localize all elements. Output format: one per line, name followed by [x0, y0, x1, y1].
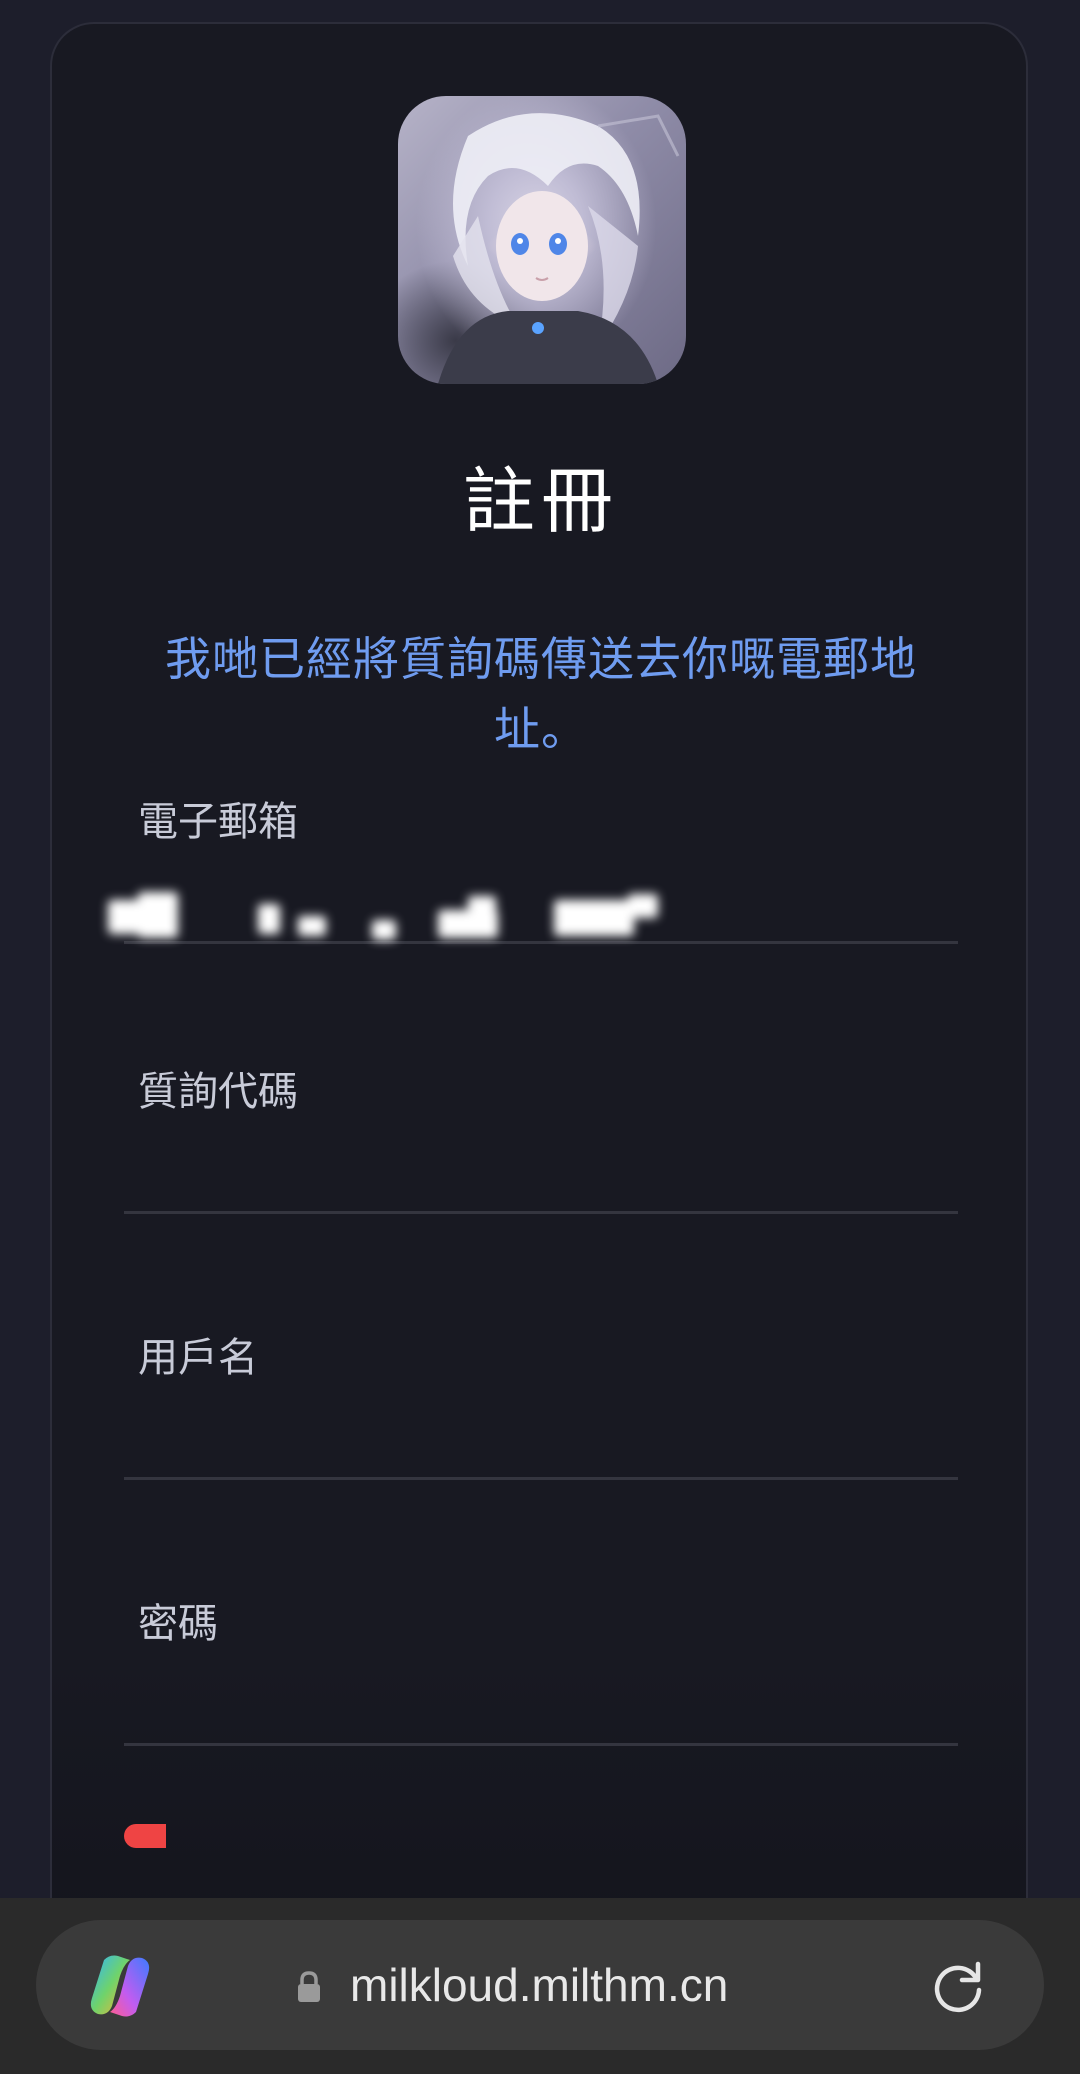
verification-code-label: 質詢代碼 — [138, 1069, 298, 1115]
password-label: 密碼 — [138, 1601, 218, 1647]
verification-code-field: 質詢代碼 — [124, 1064, 958, 1264]
url-text[interactable]: milkloud.milthm.cn — [350, 1948, 728, 2022]
password-field: 密碼 — [124, 1596, 958, 1796]
reload-icon[interactable] — [928, 1956, 988, 2016]
lock-icon — [298, 1971, 320, 2002]
verification-code-input[interactable] — [124, 1128, 958, 1214]
email-label: 電子郵箱 — [138, 799, 298, 845]
address-bar[interactable]: milkloud.milthm.cn — [36, 1920, 1044, 2050]
page-title: 註冊 — [462, 459, 619, 543]
error-indicator — [124, 1824, 166, 1848]
password-input[interactable] — [124, 1660, 958, 1746]
email-value-redacted — [108, 870, 708, 960]
app-avatar-image — [398, 96, 686, 384]
copilot-icon[interactable] — [84, 1950, 156, 2022]
avatar-illustration — [438, 113, 680, 384]
username-label: 用戶名 — [138, 1335, 258, 1381]
register-card: 註冊 我哋已經將質詢碼傳送去你嘅電郵地址。 電子郵箱 質詢代碼 用戶名 密碼 — [50, 22, 1028, 1942]
verification-notice: 我哋已經將質詢碼傳送去你嘅電郵地址。 — [165, 632, 917, 756]
username-field: 用戶名 — [124, 1330, 958, 1530]
browser-toolbar: milkloud.milthm.cn — [0, 1898, 1080, 2074]
page: 註冊 我哋已經將質詢碼傳送去你嘅電郵地址。 電子郵箱 質詢代碼 用戶名 密碼 m… — [0, 0, 1080, 2074]
username-input[interactable] — [124, 1394, 958, 1480]
